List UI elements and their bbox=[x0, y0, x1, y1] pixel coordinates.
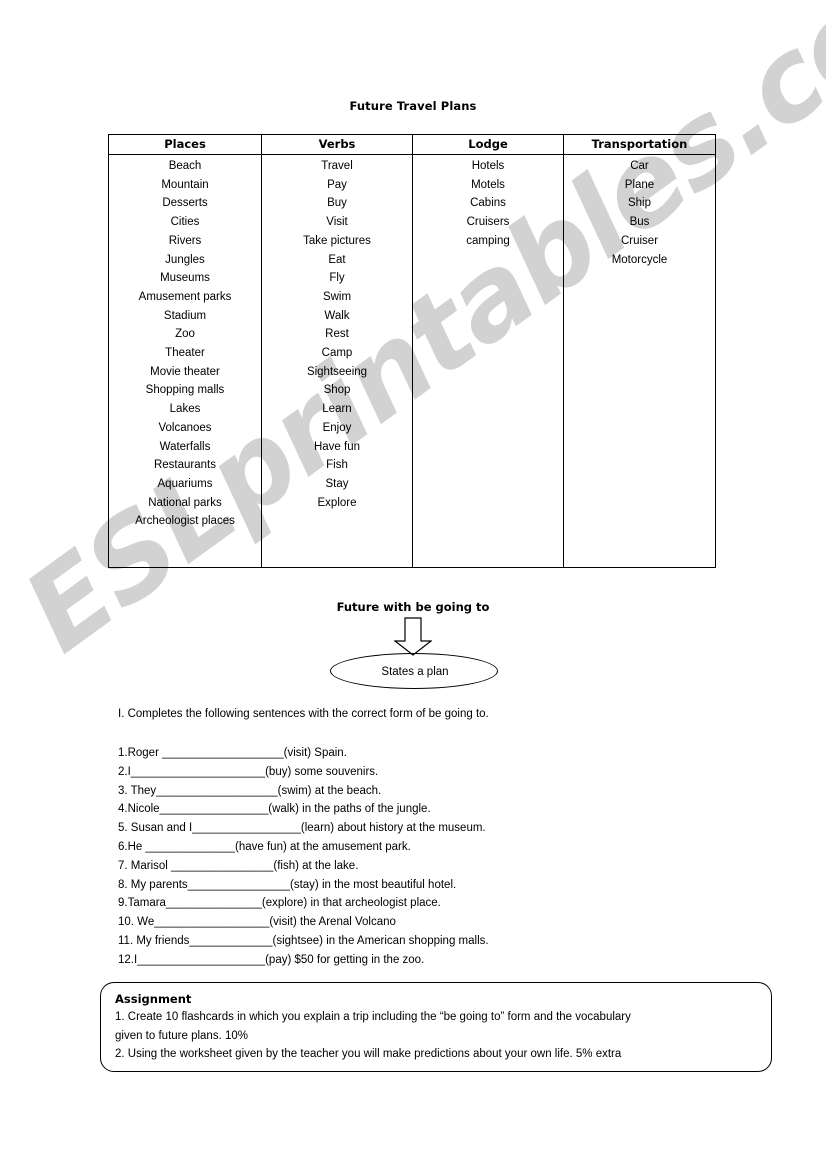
cell-item: Rest bbox=[325, 328, 349, 341]
cell-item: Cabins bbox=[470, 197, 506, 210]
cell-item: Lakes bbox=[169, 403, 201, 416]
exercise-item: 8. My parents________________(stay) in t… bbox=[118, 878, 457, 891]
column-cell-places: Beach Mountain Desserts Cities Rivers Jungles… bbox=[108, 154, 262, 568]
cell-item: Have fun bbox=[313, 440, 361, 453]
cell-item: Learn bbox=[322, 403, 352, 416]
cell-item: Stay bbox=[325, 477, 349, 490]
assignment-line: given to future plans. 10% bbox=[115, 1029, 248, 1042]
assignment-box: Assignment 1. Create 10 flashcards in wh… bbox=[100, 982, 772, 1072]
cell-item: Theater bbox=[165, 347, 205, 360]
cell-item: National parks bbox=[148, 496, 222, 509]
cell-item: Bus bbox=[629, 216, 650, 229]
assignment-line: 1. Create 10 flashcards in which you exp… bbox=[115, 1011, 631, 1023]
diagram-title: Future with be going to bbox=[336, 600, 490, 614]
table-body-row: Beach Mountain Desserts Cities Rivers Jungles… bbox=[108, 154, 716, 568]
cell-item: Walk bbox=[324, 309, 350, 322]
exercise-item: 2.I_____________________(buy) some souve… bbox=[118, 765, 379, 778]
cell-item: camping bbox=[466, 234, 510, 247]
cell-item: Eat bbox=[328, 253, 346, 266]
worksheet-page: Future Travel Plans Places Verbs Lodge T… bbox=[0, 0, 826, 1169]
cell-item: Motels bbox=[471, 178, 505, 191]
cell-item: Travel bbox=[321, 160, 353, 172]
column-header-transportation: Transportation bbox=[563, 134, 716, 155]
cell-item: Shop bbox=[323, 384, 351, 397]
cell-item: Aquariums bbox=[157, 477, 213, 490]
cell-item: Jungles bbox=[165, 253, 205, 266]
assignment-content: Assignment 1. Create 10 flashcards in wh… bbox=[101, 983, 771, 1064]
cell-item: Mountain bbox=[161, 178, 209, 191]
cell-item: Rivers bbox=[168, 234, 202, 247]
exercise-item: 3. They___________________(swim) at the … bbox=[118, 784, 382, 797]
cell-item: Take pictures bbox=[303, 234, 371, 247]
cell-item: Shopping malls bbox=[145, 384, 225, 397]
page-title: Future Travel Plans bbox=[349, 99, 477, 113]
cell-item: Cruiser bbox=[620, 234, 659, 247]
assignment-line-list: 1. Create 10 flashcards in which you exp… bbox=[115, 1008, 757, 1064]
exercise-item: 1.Roger ___________________(visit) Spain… bbox=[118, 747, 347, 759]
cell-item: Buy bbox=[327, 197, 347, 210]
exercise-instruction: I. Completes the following sentences wit… bbox=[118, 708, 489, 720]
exercise-item: 6.He ______________(have fun) at the amu… bbox=[118, 840, 411, 853]
cell-item: Explore bbox=[317, 496, 357, 509]
column-cell-lodge: Hotels Motels Cabins Cruisers camping bbox=[412, 154, 564, 568]
assignment-heading: Assignment bbox=[115, 992, 192, 1006]
cell-item: Camp bbox=[321, 347, 353, 360]
exercise-item: 7. Marisol ________________(fish) at the… bbox=[118, 859, 359, 872]
column-header-places: Places bbox=[108, 134, 262, 155]
column-cell-transportation: Car Plane Ship Bus Cruiser Motorcycle bbox=[563, 154, 716, 568]
exercise-item: 4.Nicole_________________(walk) in the p… bbox=[118, 803, 431, 816]
cell-item: Visit bbox=[326, 216, 348, 229]
exercise-item: 10. We__________________(visit) the Aren… bbox=[118, 916, 396, 929]
column-cell-verbs: Travel Pay Buy Visit Take pictures Eat Fly Swim… bbox=[261, 154, 413, 568]
cell-item: Movie theater bbox=[150, 365, 220, 378]
cell-item: Desserts bbox=[162, 197, 208, 210]
down-arrow-icon bbox=[394, 617, 432, 656]
cell-item: Enjoy bbox=[322, 421, 352, 434]
cell-item: Sightseeing bbox=[306, 365, 368, 378]
table-header-row: Places Verbs Lodge Transportation bbox=[108, 134, 716, 155]
exercise-item: 12.I____________________(pay) $50 for ge… bbox=[118, 953, 425, 966]
cell-item: Beach bbox=[168, 160, 202, 172]
cell-item: Pay bbox=[327, 178, 347, 191]
cell-item: Swim bbox=[322, 290, 352, 303]
exercise-item: 11. My friends_____________(sightsee) in… bbox=[118, 934, 489, 947]
cell-item: Stadium bbox=[163, 309, 207, 322]
cell-item: Plane bbox=[624, 178, 655, 191]
cell-item: Restaurants bbox=[153, 459, 216, 472]
cell-item: Museums bbox=[160, 272, 210, 285]
cell-item: Zoo bbox=[175, 328, 195, 341]
cell-item: Archeologist places bbox=[135, 515, 235, 528]
cell-item: Waterfalls bbox=[159, 440, 211, 453]
cell-item: Car bbox=[630, 160, 649, 172]
assignment-line: 2. Using the worksheet given by the teac… bbox=[115, 1048, 622, 1060]
cell-item: Fly bbox=[329, 272, 345, 285]
cell-item: Fish bbox=[326, 459, 348, 472]
exercise-item: 9.Tamara_______________(explore) in that… bbox=[118, 897, 441, 910]
column-header-lodge: Lodge bbox=[412, 134, 564, 155]
oval-label: States a plan bbox=[381, 666, 449, 678]
cell-item: Ship bbox=[627, 197, 652, 210]
exercise-item: 5. Susan and I_________________(learn) a… bbox=[118, 822, 486, 835]
column-header-verbs: Verbs bbox=[261, 134, 413, 155]
vocabulary-table: Places Verbs Lodge Transportation Beach M… bbox=[108, 134, 716, 568]
cell-item: Amusement parks bbox=[138, 290, 232, 303]
cell-item: Volcanoes bbox=[158, 421, 212, 434]
cell-item: Cities bbox=[170, 216, 200, 229]
cell-item: Hotels bbox=[471, 160, 505, 172]
exercise-item-list: 1.Roger ___________________(visit) Spain… bbox=[118, 744, 808, 970]
exercise-section: I. Completes the following sentences wit… bbox=[118, 707, 808, 970]
cell-item: Motorcycle bbox=[611, 253, 668, 266]
states-a-plan-oval: States a plan bbox=[330, 653, 500, 691]
cell-item: Cruisers bbox=[466, 216, 510, 229]
